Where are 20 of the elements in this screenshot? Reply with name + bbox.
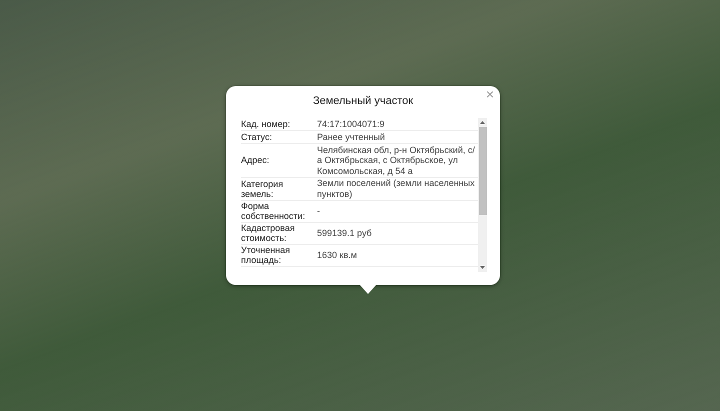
field-value: 599139.1 руб	[317, 228, 373, 238]
popup-title: Земельный участок	[312, 95, 414, 108]
field-value: Ранее учтенный	[317, 132, 386, 142]
scrollbar-thumb[interactable]	[478, 127, 486, 215]
field-label: Адрес:	[241, 155, 270, 166]
scroll-up-icon[interactable]	[480, 121, 485, 124]
field-label: Статус:	[241, 132, 273, 142]
field-value: 1630 кв.м	[317, 250, 358, 260]
field-value: -	[317, 206, 321, 216]
close-button[interactable]: ×	[486, 86, 494, 102]
scroll-down-icon[interactable]	[480, 266, 485, 269]
field-label: Форма собственности:	[241, 201, 306, 221]
field-label: Категория земель:	[241, 178, 284, 198]
scrollbar[interactable]	[478, 118, 487, 272]
field-label: Кадастровая стоимость:	[241, 223, 296, 243]
field-label: Уточненная площадь:	[241, 245, 292, 265]
field-value: Челябинская обл, р-н Октябрьский, с/а Октябрьская, с Октябрьское, ул Комсомольская, д 54 а	[317, 144, 476, 176]
field-value: 74:17:1004071:9	[317, 118, 386, 130]
field-value: Земли поселений (земли населенных пунктов)	[317, 178, 476, 199]
field-label: Кад. номер:	[241, 119, 292, 129]
